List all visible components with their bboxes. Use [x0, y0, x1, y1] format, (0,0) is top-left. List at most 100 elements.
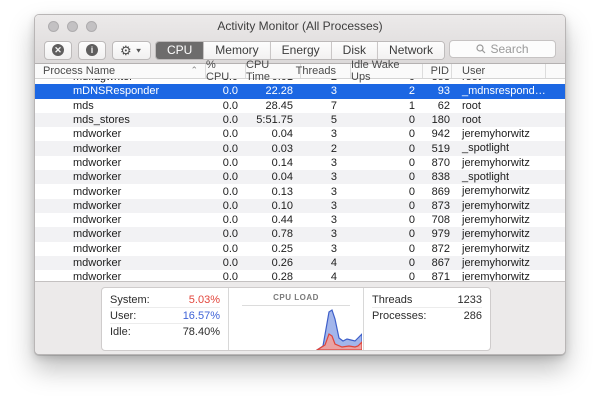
- tab-disk[interactable]: Disk: [332, 42, 378, 59]
- column-header-pid[interactable]: PID: [423, 64, 452, 78]
- table-row[interactable]: mds_stores0.05:51.7550180root: [35, 113, 565, 127]
- cell-pid: 873: [423, 199, 452, 213]
- cell-time: 0.25: [246, 242, 301, 256]
- cell-pid: 867: [423, 256, 452, 270]
- cell-threads: 2: [301, 141, 351, 155]
- table-row[interactable]: mdworker0.00.1330869jeremyhorwitz: [35, 184, 565, 198]
- cell-cpu: 0.0: [206, 227, 246, 241]
- window-chrome: Activity Monitor (All Processes) ✕ i ⚙ ▼…: [35, 15, 565, 64]
- cell-name: mdworker: [35, 256, 206, 270]
- cell-time: 0.14: [246, 156, 301, 170]
- user-stat-row: User: 16.57%: [110, 308, 220, 324]
- toolbar: ✕ i ⚙ ▼ CPUMemoryEnergyDiskNetwork Searc…: [35, 37, 565, 63]
- processes-value: 286: [464, 310, 482, 322]
- user-value: 16.57%: [183, 310, 220, 322]
- cell-user: jeremyhorwitz: [452, 242, 546, 256]
- cell-user: _mdnsrespond…: [452, 84, 546, 98]
- cell-time: 0.13: [246, 184, 301, 198]
- table-row[interactable]: mds0.028.457162root: [35, 99, 565, 113]
- view-tabs: CPUMemoryEnergyDiskNetwork: [155, 41, 445, 60]
- cell-pid: 708: [423, 213, 452, 227]
- cell-user: jeremyhorwitz: [452, 213, 546, 227]
- cell-time: 0.44: [246, 213, 301, 227]
- cell-cpu: 0.0: [206, 113, 246, 127]
- tab-network[interactable]: Network: [378, 42, 444, 59]
- cell-name: mdworker: [35, 156, 206, 170]
- cell-time: 0.04: [246, 127, 301, 141]
- cell-cpu: 0.0: [206, 184, 246, 198]
- system-value: 5.03%: [189, 294, 220, 306]
- cell-threads: 3: [301, 156, 351, 170]
- cell-pid: 93: [423, 84, 452, 98]
- cell-threads: 3: [301, 242, 351, 256]
- table-body: mdflagwriter0.00.0120353rootmDNSResponde…: [35, 79, 565, 284]
- inspect-button[interactable]: i: [78, 41, 106, 60]
- cell-blank: [546, 84, 565, 98]
- table-row[interactable]: mdworker0.00.1430870jeremyhorwitz: [35, 156, 565, 170]
- table-row[interactable]: mdworker0.00.7830979jeremyhorwitz: [35, 227, 565, 241]
- threads-label: Threads: [372, 294, 412, 306]
- column-header-cputime[interactable]: CPU Time: [246, 64, 301, 78]
- info-icon: i: [86, 44, 98, 56]
- tab-cpu[interactable]: CPU: [156, 42, 204, 59]
- tab-energy[interactable]: Energy: [271, 42, 332, 59]
- table-row[interactable]: mdworker0.00.0430942jeremyhorwitz: [35, 127, 565, 141]
- cell-blank: [546, 99, 565, 113]
- column-header-user[interactable]: User: [452, 64, 546, 78]
- cell-pid: 519: [423, 141, 452, 155]
- cell-idle: 0: [351, 113, 423, 127]
- column-header-threads[interactable]: Threads: [301, 64, 351, 78]
- cell-pid: 942: [423, 127, 452, 141]
- column-header-cpu[interactable]: % CPU: [206, 64, 246, 78]
- column-header-blank: [546, 64, 565, 78]
- cell-idle: 0: [351, 127, 423, 141]
- cell-time: 0.03: [246, 141, 301, 155]
- column-header-idle-wake-ups[interactable]: Idle Wake Ups: [351, 64, 423, 78]
- cell-name: mdworker: [35, 227, 206, 241]
- table-row[interactable]: mDNSResponder0.022.283293_mdnsrespond…: [35, 84, 565, 98]
- cpu-load-sparkline: [229, 306, 362, 350]
- cell-time: 0.04: [246, 170, 301, 184]
- cell-idle: 0: [351, 141, 423, 155]
- table-row[interactable]: mdworker0.00.1030873jeremyhorwitz: [35, 199, 565, 213]
- cell-user: jeremyhorwitz: [452, 199, 546, 213]
- cell-cpu: 0.0: [206, 256, 246, 270]
- search-input[interactable]: Search: [449, 40, 556, 58]
- cell-threads: 5: [301, 113, 351, 127]
- cell-idle: 0: [351, 156, 423, 170]
- table-row[interactable]: mdworker0.00.2530872jeremyhorwitz: [35, 242, 565, 256]
- cell-blank: [546, 113, 565, 127]
- activity-monitor-window: Activity Monitor (All Processes) ✕ i ⚙ ▼…: [34, 14, 566, 355]
- user-label: User:: [110, 310, 136, 322]
- cell-cpu: 0.0: [206, 156, 246, 170]
- search-icon: [476, 44, 486, 54]
- cell-user: jeremyhorwitz: [452, 256, 546, 270]
- cell-name: mdworker: [35, 184, 206, 198]
- action-menu-button[interactable]: ⚙ ▼: [112, 41, 151, 60]
- cell-cpu: 0.0: [206, 141, 246, 155]
- cell-threads: 3: [301, 184, 351, 198]
- cell-name: mdworker: [35, 213, 206, 227]
- table-row[interactable]: mdworker0.00.4430708jeremyhorwitz: [35, 213, 565, 227]
- table-row[interactable]: mdworker0.00.2640867jeremyhorwitz: [35, 256, 565, 270]
- cell-name: mdworker: [35, 127, 206, 141]
- cell-blank: [546, 242, 565, 256]
- tab-memory[interactable]: Memory: [204, 42, 270, 59]
- table-row[interactable]: mdworker0.00.0430838_spotlight: [35, 170, 565, 184]
- process-counts: Threads 1233 Processes: 286: [364, 288, 490, 350]
- cell-idle: 1: [351, 99, 423, 113]
- titlebar[interactable]: Activity Monitor (All Processes): [35, 15, 565, 37]
- cell-name: mds_stores: [35, 113, 206, 127]
- cell-name: mdworker: [35, 199, 206, 213]
- quit-process-button[interactable]: ✕: [44, 41, 72, 60]
- cell-blank: [546, 184, 565, 198]
- column-header-process-name[interactable]: Process Name ⌃: [35, 64, 206, 78]
- cell-user: jeremyhorwitz: [452, 156, 546, 170]
- cell-user: jeremyhorwitz: [452, 127, 546, 141]
- cell-threads: 4: [301, 256, 351, 270]
- threads-value: 1233: [458, 294, 482, 306]
- cell-pid: 180: [423, 113, 452, 127]
- cell-threads: 3: [301, 213, 351, 227]
- cell-blank: [546, 170, 565, 184]
- table-row[interactable]: mdworker0.00.0320519_spotlight: [35, 141, 565, 155]
